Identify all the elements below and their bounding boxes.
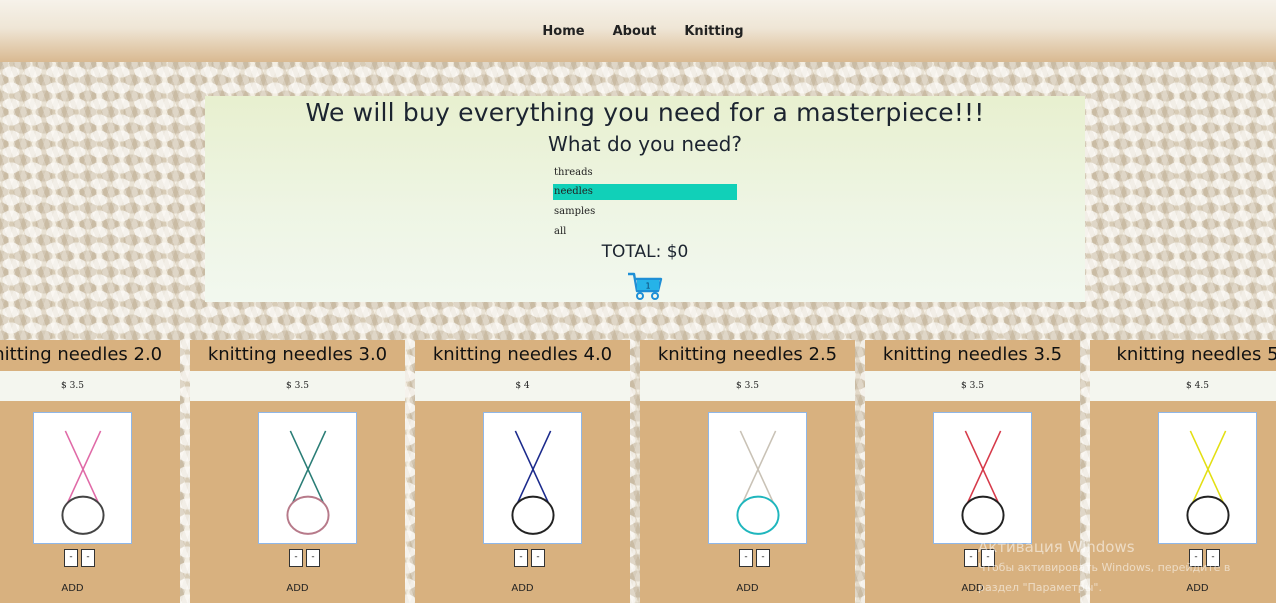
quantity-stepper: - - [1189, 549, 1220, 567]
product-title: knitting needles 3.5 [865, 340, 1080, 371]
add-to-cart-button[interactable]: ADD [1090, 583, 1276, 594]
circular-needle-icon [61, 430, 105, 535]
hero-panel: We will buy everything you need for a ma… [205, 96, 1085, 302]
quantity-stepper: - - [964, 549, 995, 567]
increment-button[interactable]: - [306, 549, 320, 567]
add-to-cart-button[interactable]: ADD [0, 583, 180, 594]
product-price: $ 4.5 [1090, 371, 1276, 401]
add-to-cart-button[interactable]: ADD [640, 583, 855, 594]
quantity-stepper: - - [739, 549, 770, 567]
increment-button[interactable]: - [1206, 549, 1220, 567]
nav-about-link[interactable]: About [613, 24, 657, 39]
hero-subtitle: What do you need? [548, 132, 742, 156]
product-title: knitting needles 3.0 [190, 340, 405, 371]
product-card: knitting needles 2.5 $ 3.5 - - ADD [640, 340, 855, 603]
category-option-needles[interactable]: needles [553, 183, 737, 200]
decrement-button[interactable]: - [739, 549, 753, 567]
decrement-button[interactable]: - [64, 549, 78, 567]
product-price: $ 3.5 [0, 371, 180, 401]
product-body: - - ADD [190, 401, 405, 603]
quantity-stepper: - - [289, 549, 320, 567]
product-image [933, 412, 1032, 544]
product-title: knitting needles 5 [1090, 340, 1276, 371]
product-title: knitting needles 2.0 [0, 340, 180, 371]
product-price: $ 3.5 [865, 371, 1080, 401]
decrement-button[interactable]: - [1189, 549, 1203, 567]
quantity-stepper: - - [514, 549, 545, 567]
decrement-button[interactable]: - [289, 549, 303, 567]
category-list: threads needles samples all [553, 164, 737, 242]
circular-needle-icon [1186, 430, 1230, 535]
product-price: $ 4 [415, 371, 630, 401]
increment-button[interactable]: - [981, 549, 995, 567]
product-price: $ 3.5 [640, 371, 855, 401]
circular-needle-icon [736, 430, 780, 535]
decrement-button[interactable]: - [964, 549, 978, 567]
add-to-cart-button[interactable]: ADD [865, 583, 1080, 594]
increment-button[interactable]: - [756, 549, 770, 567]
product-row: knitting needles 2.0 $ 3.5 - - ADD knitt… [0, 340, 1276, 603]
product-body: - - ADD [0, 401, 180, 603]
circular-needle-icon [511, 430, 555, 535]
cart-count: 1 [645, 282, 650, 291]
product-card: knitting needles 3.5 $ 3.5 - - ADD [865, 340, 1080, 603]
product-card: knitting needles 2.0 $ 3.5 - - ADD [0, 340, 180, 603]
product-body: - - ADD [415, 401, 630, 603]
add-to-cart-button[interactable]: ADD [415, 583, 630, 594]
product-image [258, 412, 357, 544]
product-image [483, 412, 582, 544]
circular-needle-icon [961, 430, 1005, 535]
product-card: knitting needles 3.0 $ 3.5 - - ADD [190, 340, 405, 603]
product-body: - - ADD [865, 401, 1080, 603]
product-image [708, 412, 807, 544]
hero-title: We will buy everything you need for a ma… [305, 98, 985, 127]
circular-needle-icon [286, 430, 330, 535]
quantity-stepper: - - [64, 549, 95, 567]
product-card: knitting needles 4.0 $ 4 - - ADD [415, 340, 630, 603]
product-image [33, 412, 132, 544]
product-title: knitting needles 4.0 [415, 340, 630, 371]
category-option-threads[interactable]: threads [553, 164, 737, 184]
cart-total: TOTAL: $0 [601, 242, 689, 262]
nav-home-link[interactable]: Home [542, 24, 584, 39]
product-body: - - ADD [1090, 401, 1276, 603]
add-to-cart-button[interactable]: ADD [190, 583, 405, 594]
product-image [1158, 412, 1257, 544]
product-body: - - ADD [640, 401, 855, 603]
decrement-button[interactable]: - [514, 549, 528, 567]
top-nav: Home About Knitting [0, 0, 1276, 62]
increment-button[interactable]: - [531, 549, 545, 567]
product-card: knitting needles 5 $ 4.5 - - ADD [1090, 340, 1276, 603]
increment-button[interactable]: - [81, 549, 95, 567]
shopping-cart-icon[interactable]: 1 [627, 271, 663, 301]
product-price: $ 3.5 [190, 371, 405, 401]
nav-knitting-link[interactable]: Knitting [684, 24, 743, 39]
category-option-samples[interactable]: samples [553, 203, 737, 223]
product-title: knitting needles 2.5 [640, 340, 855, 371]
category-option-all[interactable]: all [553, 223, 737, 243]
